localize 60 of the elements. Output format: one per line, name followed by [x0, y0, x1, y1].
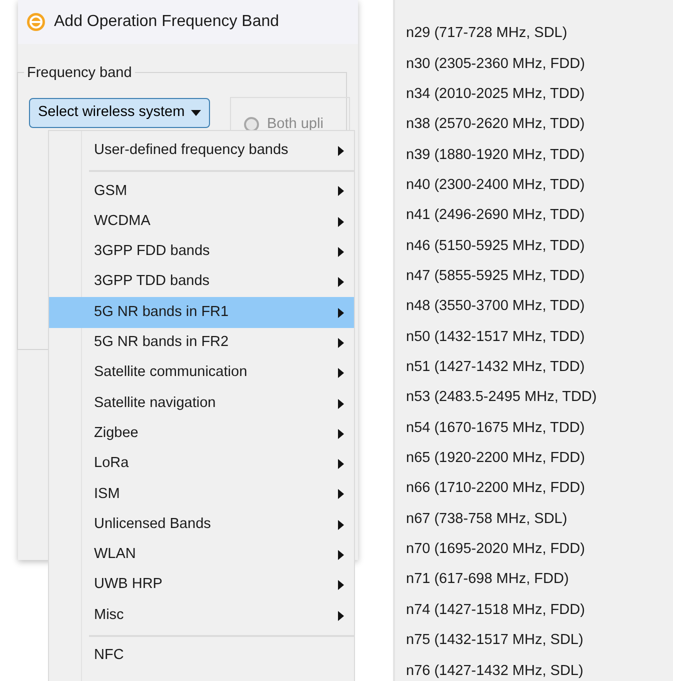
submenu-arrow-icon	[338, 489, 344, 500]
menu-item[interactable]: n29 (717-728 MHz, SDL)	[395, 19, 673, 50]
menu-item[interactable]: 5G NR bands in FR2	[49, 328, 354, 358]
menu-item[interactable]: WCDMA	[49, 206, 354, 237]
menu-item[interactable]: n48 (3550-3700 MHz, TDD)	[395, 292, 673, 322]
menu-item[interactable]: Satellite communication	[49, 358, 354, 388]
submenu-arrow-icon	[338, 398, 344, 409]
window-title: Add Operation Frequency Band	[54, 12, 280, 32]
menu-item[interactable]: 5G NR bands in FR1	[49, 297, 354, 328]
menu-item[interactable]: n50 (1432-1517 MHz, TDD)	[395, 322, 673, 353]
menu-item[interactable]: User-defined frequency bands	[49, 136, 354, 166]
submenu-arrow-icon	[338, 186, 344, 196]
submenu-arrow-icon	[338, 308, 344, 318]
dropdown-button[interactable]: Select wireless system	[29, 98, 210, 128]
radio-label: Both upli	[267, 115, 324, 134]
submenu-arrow-icon	[338, 459, 344, 470]
menu-item[interactable]: n51 (1427-1432 MHz, TDD)	[395, 352, 673, 384]
submenu-arrow-icon	[338, 610, 344, 621]
menu-item[interactable]: n67 (738-758 MHz, SDL)	[395, 504, 673, 535]
submenu-arrow-icon	[338, 338, 344, 348]
menu-item[interactable]: n41 (2496-2690 MHz, TDD)	[395, 201, 673, 232]
menu-item[interactable]: NFC	[49, 640, 354, 672]
submenu-arrow-icon	[338, 520, 344, 530]
menu-item[interactable]: ISM	[49, 479, 354, 510]
menu-item[interactable]: n75 (1432-1517 MHz, SDL)	[395, 626, 673, 656]
menu-item[interactable]: n46 (5150-5925 MHz, TDD)	[395, 231, 673, 262]
submenu-arrow-icon	[338, 146, 344, 156]
menu-item[interactable]: LoRa	[49, 448, 354, 480]
submenu-arrow-icon	[338, 277, 344, 288]
menu-item[interactable]: Satellite navigation	[49, 388, 354, 419]
menu-item[interactable]: n47 (5855-5925 MHz, TDD)	[395, 262, 673, 292]
menu-item[interactable]: n38 (2570-2620 MHz, TDD)	[395, 110, 673, 140]
menu-item[interactable]: n53 (2483.5-2495 MHz, TDD)	[395, 383, 673, 414]
menu-item[interactable]: n65 (1920-2200 MHz, FDD)	[395, 444, 673, 474]
menu-item[interactable]: 3GPP FDD bands	[49, 236, 354, 268]
menu-item[interactable]: n74 (1427-1518 MHz, FDD)	[395, 596, 673, 626]
menu-item[interactable]: n30 (2305-2360 MHz, FDD)	[395, 49, 673, 80]
menu-item[interactable]: WLAN	[49, 540, 354, 570]
menu-item[interactable]: n54 (1670-1675 MHz, TDD)	[395, 413, 673, 444]
menu-item[interactable]: n39 (1880-1920 MHz, TDD)	[395, 140, 673, 171]
menu-item[interactable]: n76 (1427-1432 MHz, SDL)	[395, 656, 673, 681]
menu-item[interactable]: n34 (2010-2025 MHz, TDD)	[395, 80, 673, 110]
menu-item[interactable]: Unlicensed Bands	[49, 510, 354, 540]
submenu-arrow-icon	[338, 428, 344, 439]
caret-icon	[190, 110, 201, 116]
menu-item[interactable]: n66 (1710-2200 MHz, FDD)	[395, 474, 673, 504]
menu-item[interactable]: n71 (617-698 MHz, FDD)	[395, 565, 673, 596]
menu-item[interactable]: n40 (2300-2400 MHz, TDD)	[395, 170, 673, 202]
menu-item[interactable]: GSM	[49, 176, 354, 207]
submenu-arrow-icon	[338, 216, 344, 227]
submenu-arrow-icon	[338, 368, 344, 378]
menu-item[interactable]: 3GPP TDD bands	[49, 267, 354, 298]
menu-item[interactable]: n70 (1695-2020 MHz, FDD)	[395, 534, 673, 566]
app-logo-icon	[26, 12, 46, 32]
submenu-arrow-icon	[338, 550, 344, 560]
menu-item[interactable]: Misc	[49, 600, 354, 631]
menu-item[interactable]: UWB HRP	[49, 570, 354, 600]
submenu-arrow-icon	[338, 247, 344, 258]
submenu-arrow-icon	[338, 580, 344, 590]
menu-item[interactable]: Zigbee	[49, 418, 354, 449]
